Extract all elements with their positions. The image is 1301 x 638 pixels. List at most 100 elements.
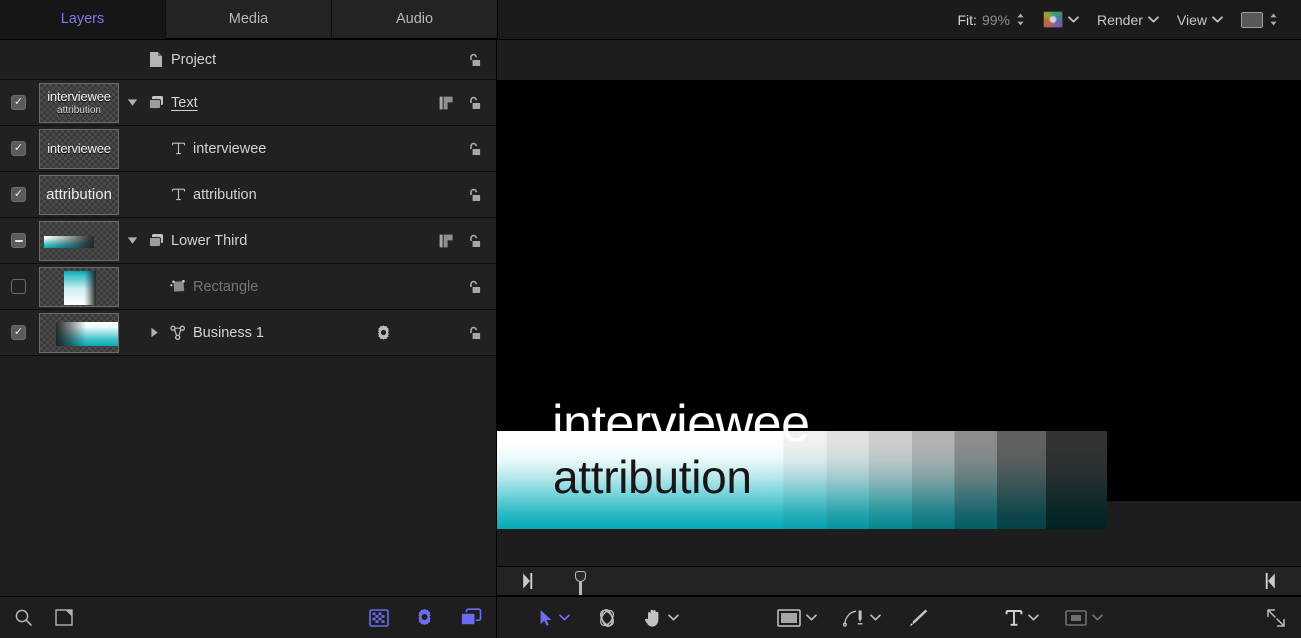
chevron-down-icon[interactable] (559, 614, 570, 621)
tab-audio[interactable]: Audio (332, 0, 497, 39)
thumbnail-cell: attribution (37, 175, 121, 215)
canvas-title-text[interactable]: interviewee (552, 398, 810, 450)
tab-media[interactable]: Media (166, 0, 332, 39)
transform-3d-tool[interactable] (596, 608, 618, 628)
footer-right-tools (369, 608, 482, 627)
layer-name[interactable]: interviewee (193, 141, 266, 157)
gear-icon[interactable] (375, 324, 392, 341)
unlock-icon[interactable] (466, 95, 482, 111)
mini-timeline[interactable] (497, 566, 1301, 596)
video-canvas[interactable]: interviewee attribution (497, 80, 1301, 501)
mask-icon[interactable] (439, 96, 454, 110)
view-menu[interactable]: View (1168, 7, 1232, 33)
name-cell: Business 1 (121, 325, 375, 341)
arrow-cursor-icon[interactable] (539, 609, 554, 627)
layer-name[interactable]: Text (171, 95, 198, 111)
unlock-icon[interactable] (466, 52, 482, 68)
layer-row-attribution[interactable]: ✓ attribution attribution (0, 172, 496, 218)
chevron-down-icon[interactable] (1212, 16, 1223, 23)
timeline-track[interactable] (497, 567, 1301, 595)
thumb-graphic (40, 222, 118, 260)
tab-layers[interactable]: Layers (0, 0, 166, 39)
layer-row-rectangle[interactable]: Rectangle (0, 264, 496, 310)
layer-row-business-1[interactable]: ✓ (0, 310, 496, 356)
panel-tabs: Layers Media Audio (0, 0, 497, 39)
layer-row-interviewee[interactable]: ✓ interviewee interviewee (0, 126, 496, 172)
mask-tool[interactable] (1065, 610, 1103, 626)
search-icon[interactable] (14, 608, 33, 627)
text-T-icon[interactable] (1005, 608, 1023, 628)
name-cell: Rectangle (121, 279, 466, 295)
new-group-icon[interactable] (55, 608, 75, 627)
chevron-down-icon[interactable] (870, 614, 881, 621)
view-layout-control[interactable] (1232, 7, 1287, 33)
paint-stroke-tool[interactable] (907, 608, 929, 628)
layer-row-project[interactable]: Project (0, 40, 496, 80)
rectangle-swatch-icon[interactable] (1241, 12, 1263, 28)
fit-zoom-control[interactable]: Fit: 99% (949, 7, 1034, 33)
text-icon (165, 141, 191, 156)
gear-icon[interactable] (415, 608, 434, 627)
shape-tool[interactable] (777, 609, 817, 627)
chevron-down-icon[interactable] (806, 614, 817, 621)
chevron-down-icon[interactable] (1068, 16, 1079, 23)
select-tool[interactable] (539, 609, 570, 627)
mask-icon[interactable] (439, 234, 454, 248)
stepper-icon[interactable] (1016, 12, 1025, 27)
tab-media-label: Media (229, 11, 269, 27)
unlock-icon[interactable] (466, 325, 482, 341)
disclosure-triangle-expanded[interactable] (121, 236, 143, 245)
layer-name[interactable]: Business 1 (193, 325, 264, 341)
checkerboard-icon[interactable] (369, 609, 389, 627)
color-wheel-icon[interactable] (1043, 11, 1063, 28)
disclosure-triangle-expanded[interactable] (121, 98, 143, 107)
layer-name[interactable]: Rectangle (193, 279, 258, 295)
layer-visibility-checkbox[interactable] (11, 279, 26, 294)
layer-name[interactable]: attribution (193, 187, 257, 203)
chevron-down-icon[interactable] (1028, 614, 1039, 621)
unlock-icon[interactable] (466, 279, 482, 295)
name-cell: interviewee (121, 141, 466, 157)
orbit-icon[interactable] (596, 608, 618, 628)
checkbox-cell: ✓ (0, 141, 37, 156)
render-quality-menu[interactable] (1034, 7, 1088, 33)
layer-row-lower-third-group[interactable]: Lower Third (0, 218, 496, 264)
bezier-tool[interactable] (843, 608, 881, 628)
chevron-down-icon[interactable] (1092, 614, 1103, 621)
unlock-icon[interactable] (466, 187, 482, 203)
thumbnail-cell: interviewee (37, 129, 121, 169)
unlock-icon[interactable] (466, 233, 482, 249)
in-point-icon[interactable] (522, 567, 533, 595)
thumb-text-line1: interviewee (47, 142, 111, 155)
stepper-icon[interactable] (1269, 12, 1278, 27)
layers-panel-icon[interactable] (460, 608, 482, 627)
render-menu[interactable]: Render (1088, 7, 1168, 33)
layer-visibility-checkbox[interactable]: ✓ (11, 141, 26, 156)
expand-arrows-icon[interactable] (1265, 607, 1287, 629)
chevron-down-icon[interactable] (668, 614, 679, 621)
layer-name[interactable]: Lower Third (171, 233, 247, 249)
pen-icon[interactable] (843, 608, 865, 628)
fullscreen-toggle[interactable] (1265, 607, 1287, 629)
disclosure-triangle-collapsed[interactable] (143, 327, 165, 338)
pan-tool[interactable] (644, 608, 679, 628)
layer-row-text-group[interactable]: ✓ interviewee attribution (0, 80, 496, 126)
playhead-icon[interactable] (575, 571, 586, 594)
out-point-icon[interactable] (1265, 567, 1276, 595)
text-tool[interactable] (1005, 608, 1039, 628)
hand-icon[interactable] (644, 608, 663, 628)
chevron-down-icon[interactable] (1148, 16, 1159, 23)
motion-app-window: Layers Media Audio Fit: 99% Render (0, 0, 1301, 638)
unlock-icon[interactable] (466, 141, 482, 157)
layer-visibility-checkbox[interactable]: ✓ (11, 325, 26, 340)
layer-visibility-checkbox[interactable]: ✓ (11, 187, 26, 202)
layers-panel-footer (0, 596, 496, 638)
layer-visibility-checkbox-mixed[interactable] (11, 233, 26, 248)
rectangle-icon[interactable] (777, 609, 801, 627)
layer-visibility-checkbox[interactable]: ✓ (11, 95, 26, 110)
canvas-viewport[interactable]: interviewee attribution (497, 40, 1301, 566)
mask-rectangle-icon[interactable] (1065, 610, 1087, 626)
canvas-subtitle-text[interactable]: attribution (553, 454, 752, 500)
paintbrush-icon[interactable] (907, 608, 929, 628)
canvas-panel: interviewee attribution (497, 40, 1301, 638)
